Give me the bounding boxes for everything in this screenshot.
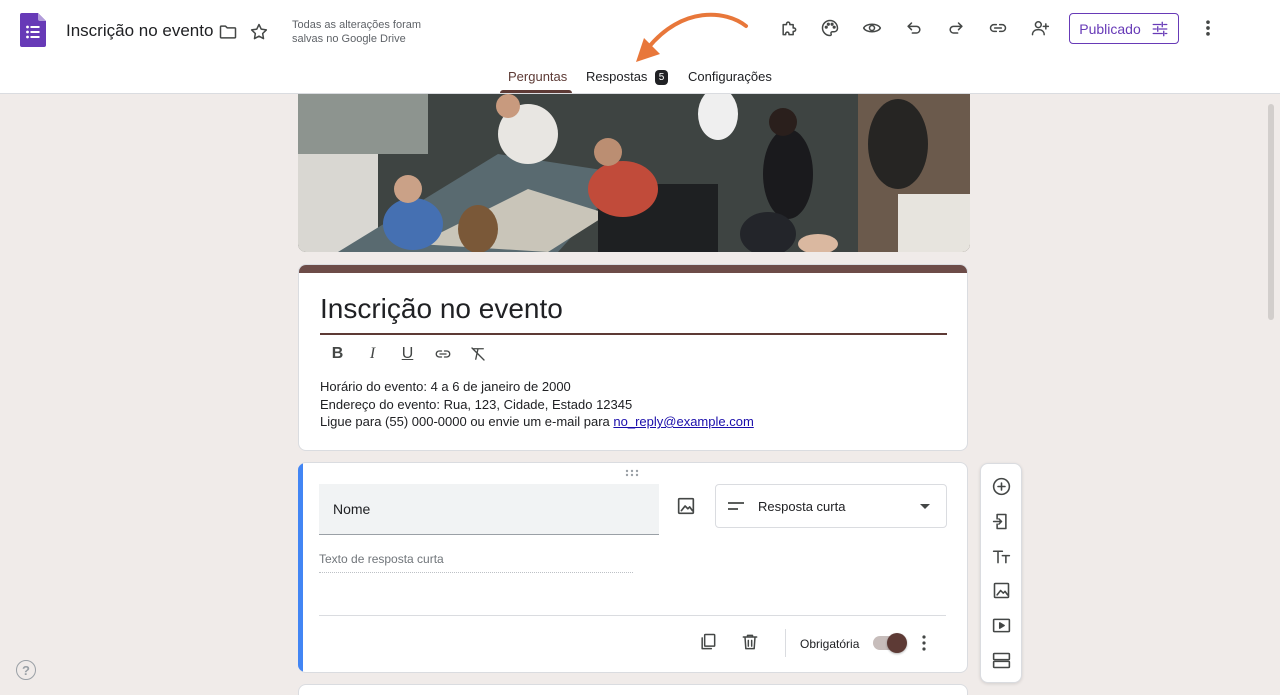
preview-icon[interactable] [860, 16, 884, 40]
responses-count-badge: 5 [655, 70, 668, 85]
description-line: Ligue para (55) 000-0000 ou envie um e-m… [320, 414, 754, 429]
question-type-dropdown[interactable]: Resposta curta [715, 484, 947, 528]
underline-icon[interactable]: U [397, 343, 418, 364]
required-label: Obrigatória [800, 637, 860, 651]
italic-icon[interactable]: I [362, 343, 383, 364]
add-image-icon[interactable] [675, 495, 697, 517]
chevron-down-icon [920, 503, 930, 509]
header: Inscrição no evento Todas as alterações … [0, 0, 1280, 94]
form-description[interactable]: Horário do evento: 4 a 6 de janeiro de 2… [320, 378, 754, 431]
star-icon[interactable] [247, 20, 271, 44]
theme-accent-bar [299, 265, 967, 273]
description-line: Horário do evento: 4 a 6 de janeiro de 2… [320, 379, 571, 394]
tune-icon [1152, 21, 1168, 36]
tab-perguntas[interactable]: Perguntas [508, 69, 567, 84]
publish-button[interactable]: Publicado [1069, 13, 1179, 44]
palette-icon[interactable] [818, 16, 842, 40]
document-title[interactable]: Inscrição no evento [66, 21, 213, 41]
question-type-label: Resposta curta [758, 498, 846, 514]
addons-icon[interactable] [777, 16, 801, 40]
link-icon[interactable] [986, 16, 1010, 40]
add-image-icon[interactable] [991, 580, 1012, 601]
active-tab-indicator [500, 90, 572, 93]
text-format-toolbar: B I U [327, 343, 488, 364]
clear-format-icon[interactable] [467, 343, 488, 364]
duplicate-icon[interactable] [698, 632, 718, 652]
annotation-arrow [636, 12, 748, 62]
scrollbar[interactable] [1268, 104, 1274, 320]
email-link[interactable]: no_reply@example.com [613, 414, 753, 429]
add-title-icon[interactable] [991, 546, 1012, 567]
add-video-icon[interactable] [991, 615, 1012, 636]
publish-label: Publicado [1079, 20, 1141, 37]
folder-icon[interactable] [216, 20, 240, 44]
divider [319, 615, 946, 616]
drag-handle-icon[interactable] [625, 469, 639, 477]
redo-icon[interactable] [944, 16, 968, 40]
import-questions-icon[interactable] [991, 511, 1012, 532]
add-question-icon[interactable] [991, 476, 1012, 497]
next-question-card[interactable] [298, 684, 968, 695]
required-toggle[interactable] [873, 633, 907, 653]
question-title-input[interactable]: Nome [319, 484, 659, 535]
short-text-icon [728, 502, 744, 510]
help-icon[interactable]: ? [16, 660, 36, 680]
undo-icon[interactable] [902, 16, 926, 40]
toggle-knob [887, 633, 907, 653]
divider [785, 629, 786, 657]
delete-icon[interactable] [740, 632, 760, 652]
add-collaborator-icon[interactable] [1028, 16, 1052, 40]
add-section-icon[interactable] [991, 650, 1012, 671]
more-icon[interactable] [1196, 16, 1220, 40]
more-options-icon[interactable] [922, 635, 926, 651]
form-title-card: Inscrição no evento B I U Horário do eve… [298, 264, 968, 451]
tab-configuracoes[interactable]: Configurações [688, 69, 772, 84]
form-title-input[interactable]: Inscrição no evento [320, 293, 947, 335]
tab-respostas[interactable]: Respostas [586, 69, 647, 84]
question-card[interactable]: Nome Resposta curta Texto de resposta cu… [298, 462, 968, 673]
header-banner-image [298, 94, 970, 252]
floating-toolbar [980, 463, 1022, 683]
short-answer-placeholder: Texto de resposta curta [319, 552, 633, 573]
bold-icon[interactable]: B [327, 343, 348, 364]
link-icon[interactable] [432, 343, 453, 364]
save-status: Todas as alterações foram salvas no Goog… [292, 19, 422, 45]
description-line: Endereço do evento: Rua, 123, Cidade, Es… [320, 396, 633, 412]
active-question-indicator [298, 463, 303, 672]
google-forms-logo[interactable] [20, 13, 46, 47]
